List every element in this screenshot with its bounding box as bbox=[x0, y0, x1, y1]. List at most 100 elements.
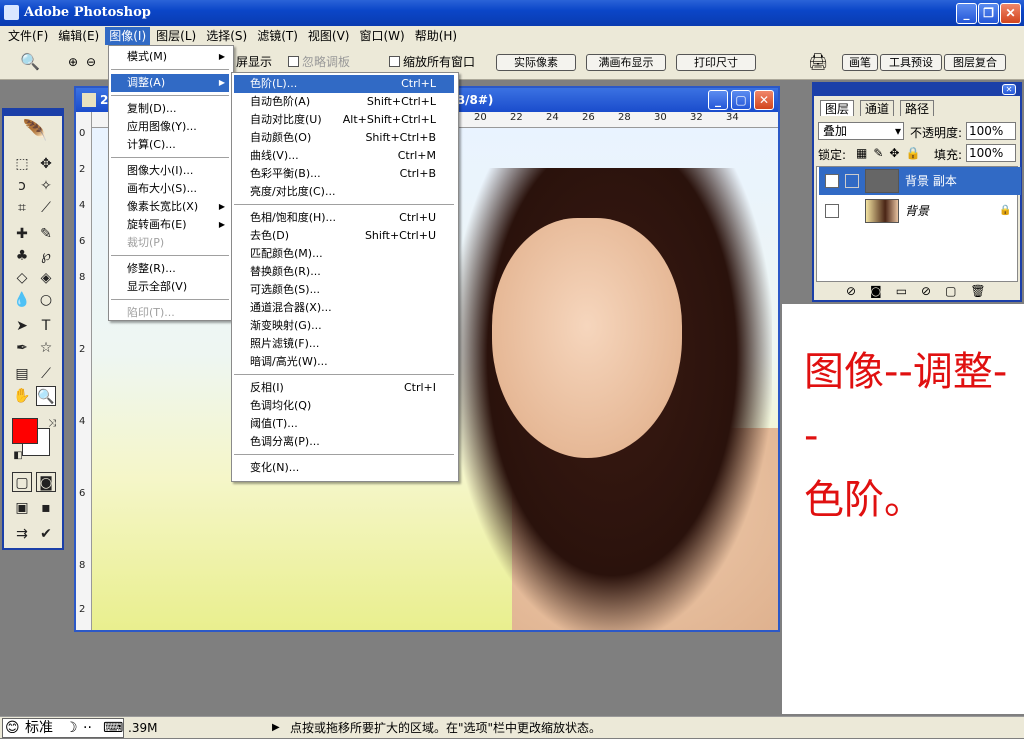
quick-mask-icon[interactable]: ◙ bbox=[36, 472, 56, 492]
menu-item[interactable]: 自动颜色(O) Shift+Ctrl+B bbox=[234, 129, 454, 147]
tab-layers[interactable]: 图层 bbox=[820, 100, 855, 116]
standard-mode-icon[interactable]: ▢ bbox=[12, 472, 32, 492]
magic-wand-tool-icon[interactable]: ✧ bbox=[36, 176, 56, 196]
menu-item[interactable]: 图像大小(I)... bbox=[111, 162, 229, 180]
menu-item[interactable]: 暗调/高光(W)... bbox=[234, 353, 454, 371]
edit-in-imageready-icon[interactable]: ✔ bbox=[36, 524, 56, 544]
zoom-tool-icon[interactable]: 🔍 bbox=[20, 54, 40, 70]
opacity-field[interactable]: 100% bbox=[966, 122, 1016, 140]
palette-close-button[interactable]: ✕ bbox=[1002, 84, 1016, 95]
menu-layer[interactable]: 图层(L) bbox=[152, 27, 200, 45]
menu-item[interactable]: 去色(D) Shift+Ctrl+U bbox=[234, 227, 454, 245]
menu-select[interactable]: 选择(S) bbox=[202, 27, 251, 45]
menu-item[interactable]: 调整(A) ▶ bbox=[111, 74, 229, 92]
menu-item[interactable]: 照片滤镜(F)... bbox=[234, 335, 454, 353]
menu-item[interactable]: 显示全部(V) bbox=[111, 278, 229, 296]
layer-row[interactable]: 背景 副本 bbox=[819, 167, 1021, 195]
minimize-button[interactable]: _ bbox=[956, 3, 977, 24]
brush-tool-icon[interactable]: ✎ bbox=[36, 224, 56, 244]
fit-screen-label[interactable]: 屏显示 bbox=[236, 54, 272, 70]
menu-view[interactable]: 视图(V) bbox=[304, 27, 354, 45]
menu-filter[interactable]: 滤镜(T) bbox=[253, 27, 302, 45]
menu-item[interactable]: 色相/饱和度(H)... Ctrl+U bbox=[234, 209, 454, 227]
default-colors-icon[interactable]: ◧ bbox=[8, 446, 28, 466]
menu-item[interactable]: 旋转画布(E) ▶ bbox=[111, 216, 229, 234]
tab-paths[interactable]: 路径 bbox=[900, 100, 935, 116]
path-selection-icon[interactable]: ➤ bbox=[12, 316, 32, 336]
slice-tool-icon[interactable]: ⟋ bbox=[36, 198, 56, 218]
tab-layer-comps[interactable]: 图层复合 bbox=[944, 54, 1006, 71]
menu-item[interactable]: 通道混合器(X)... bbox=[234, 299, 454, 317]
menu-edit[interactable]: 编辑(E) bbox=[54, 27, 103, 45]
menu-item[interactable]: 色彩平衡(B)... Ctrl+B bbox=[234, 165, 454, 183]
paint-bucket-icon[interactable]: ◈ bbox=[36, 268, 56, 288]
ime-toolbar[interactable]: 😊 标准 ☽ ·· ⌨ bbox=[2, 718, 124, 738]
blur-tool-icon[interactable]: 💧 bbox=[12, 290, 32, 310]
marquee-tool-icon[interactable]: ⬚ bbox=[12, 154, 32, 174]
menu-item[interactable]: 自动色阶(A) Shift+Ctrl+L bbox=[234, 93, 454, 111]
dodge-tool-icon[interactable]: ○ bbox=[36, 290, 56, 310]
visibility-eye-icon[interactable] bbox=[825, 204, 839, 218]
menu-item[interactable]: 修整(R)... bbox=[111, 260, 229, 278]
zoom-tool-icon[interactable]: 🔍 bbox=[36, 386, 56, 406]
menu-item[interactable]: 复制(D)... bbox=[111, 100, 229, 118]
actual-pixels-button[interactable]: 实际像素 bbox=[496, 54, 576, 71]
fit-on-screen-button[interactable]: 满画布显示 bbox=[586, 54, 666, 71]
doc-maximize-button[interactable]: ▢ bbox=[731, 90, 751, 110]
resize-windows-checkbox[interactable] bbox=[389, 56, 400, 67]
menu-item[interactable]: 可选颜色(S)... bbox=[234, 281, 454, 299]
eraser-tool-icon[interactable]: ◇ bbox=[12, 268, 32, 288]
menu-item[interactable]: 替换颜色(R)... bbox=[234, 263, 454, 281]
menu-item[interactable]: 应用图像(Y)... bbox=[111, 118, 229, 136]
tab-brushes[interactable]: 画笔 bbox=[842, 54, 878, 71]
lasso-tool-icon[interactable]: ↄ bbox=[12, 176, 32, 196]
menu-item[interactable]: 曲线(V)... Ctrl+M bbox=[234, 147, 454, 165]
menu-item[interactable]: 自动对比度(U) Alt+Shift+Ctrl+L bbox=[234, 111, 454, 129]
menu-item[interactable]: 色调分离(P)... bbox=[234, 433, 454, 451]
foreground-color-swatch[interactable] bbox=[12, 418, 38, 444]
notes-tool-icon[interactable]: ▤ bbox=[12, 364, 32, 384]
layer-actions-bar[interactable]: ⊘◙▭⊘▢🗑 bbox=[816, 284, 1018, 300]
history-brush-icon[interactable]: ℘ bbox=[36, 246, 56, 266]
tab-tool-presets[interactable]: 工具预设 bbox=[880, 54, 942, 71]
layer-row[interactable]: 背景 🔒 bbox=[819, 197, 1021, 225]
pen-tool-icon[interactable]: ✒ bbox=[12, 338, 32, 358]
move-tool-icon[interactable]: ✥ bbox=[36, 154, 56, 174]
doc-close-button[interactable]: ✕ bbox=[754, 90, 774, 110]
hand-tool-icon[interactable]: ✋ bbox=[12, 386, 32, 406]
eyedropper-tool-icon[interactable]: ⟋ bbox=[36, 364, 56, 384]
menu-help[interactable]: 帮助(H) bbox=[411, 27, 461, 45]
print-size-button[interactable]: 打印尺寸 bbox=[676, 54, 756, 71]
menu-item[interactable]: 像素长宽比(X) ▶ bbox=[111, 198, 229, 216]
zoom-out-icon[interactable]: ⊖ bbox=[86, 54, 96, 70]
ignore-palettes-checkbox[interactable] bbox=[288, 56, 299, 67]
fill-field[interactable]: 100% bbox=[966, 144, 1016, 162]
zoom-in-icon[interactable]: ⊕ bbox=[68, 54, 78, 70]
blend-mode-select[interactable]: 叠加 ▾ bbox=[818, 122, 904, 140]
healing-brush-icon[interactable]: ✚ bbox=[12, 224, 32, 244]
menu-item[interactable]: 匹配颜色(M)... bbox=[234, 245, 454, 263]
menu-item[interactable]: 模式(M) ▶ bbox=[111, 48, 229, 66]
swap-colors-icon[interactable]: ⤨ bbox=[42, 414, 62, 434]
lock-icons[interactable]: ▦✎✥🔒 bbox=[856, 146, 926, 160]
crop-tool-icon[interactable]: ⌗ bbox=[12, 198, 32, 218]
jump-to-imageready-icon[interactable]: ⇉ bbox=[12, 524, 32, 544]
menu-item[interactable]: 计算(C)... bbox=[111, 136, 229, 154]
full-screen-mode-icon[interactable]: ▪ bbox=[36, 498, 56, 518]
stamp-tool-icon[interactable]: ♣ bbox=[12, 246, 32, 266]
menu-window[interactable]: 窗口(W) bbox=[355, 27, 408, 45]
menu-item[interactable]: 色调均化(Q) bbox=[234, 397, 454, 415]
brush-link-icon[interactable] bbox=[845, 174, 859, 188]
menu-file[interactable]: 文件(F) bbox=[4, 27, 52, 45]
palette-well-icon[interactable]: 🖨 bbox=[808, 54, 828, 70]
menu-item[interactable]: 反相(I) Ctrl+I bbox=[234, 379, 454, 397]
restore-button[interactable]: ❐ bbox=[978, 3, 999, 24]
menu-item[interactable]: 亮度/对比度(C)... bbox=[234, 183, 454, 201]
menu-item[interactable]: 变化(N)... bbox=[234, 459, 454, 477]
menu-image[interactable]: 图像(I) bbox=[105, 27, 151, 45]
status-arrow-icon[interactable]: ▶ bbox=[272, 717, 280, 739]
menu-item[interactable]: 画布大小(S)... bbox=[111, 180, 229, 198]
close-button[interactable]: ✕ bbox=[1000, 3, 1021, 24]
visibility-eye-icon[interactable] bbox=[825, 174, 839, 188]
shape-tool-icon[interactable]: ☆ bbox=[36, 338, 56, 358]
